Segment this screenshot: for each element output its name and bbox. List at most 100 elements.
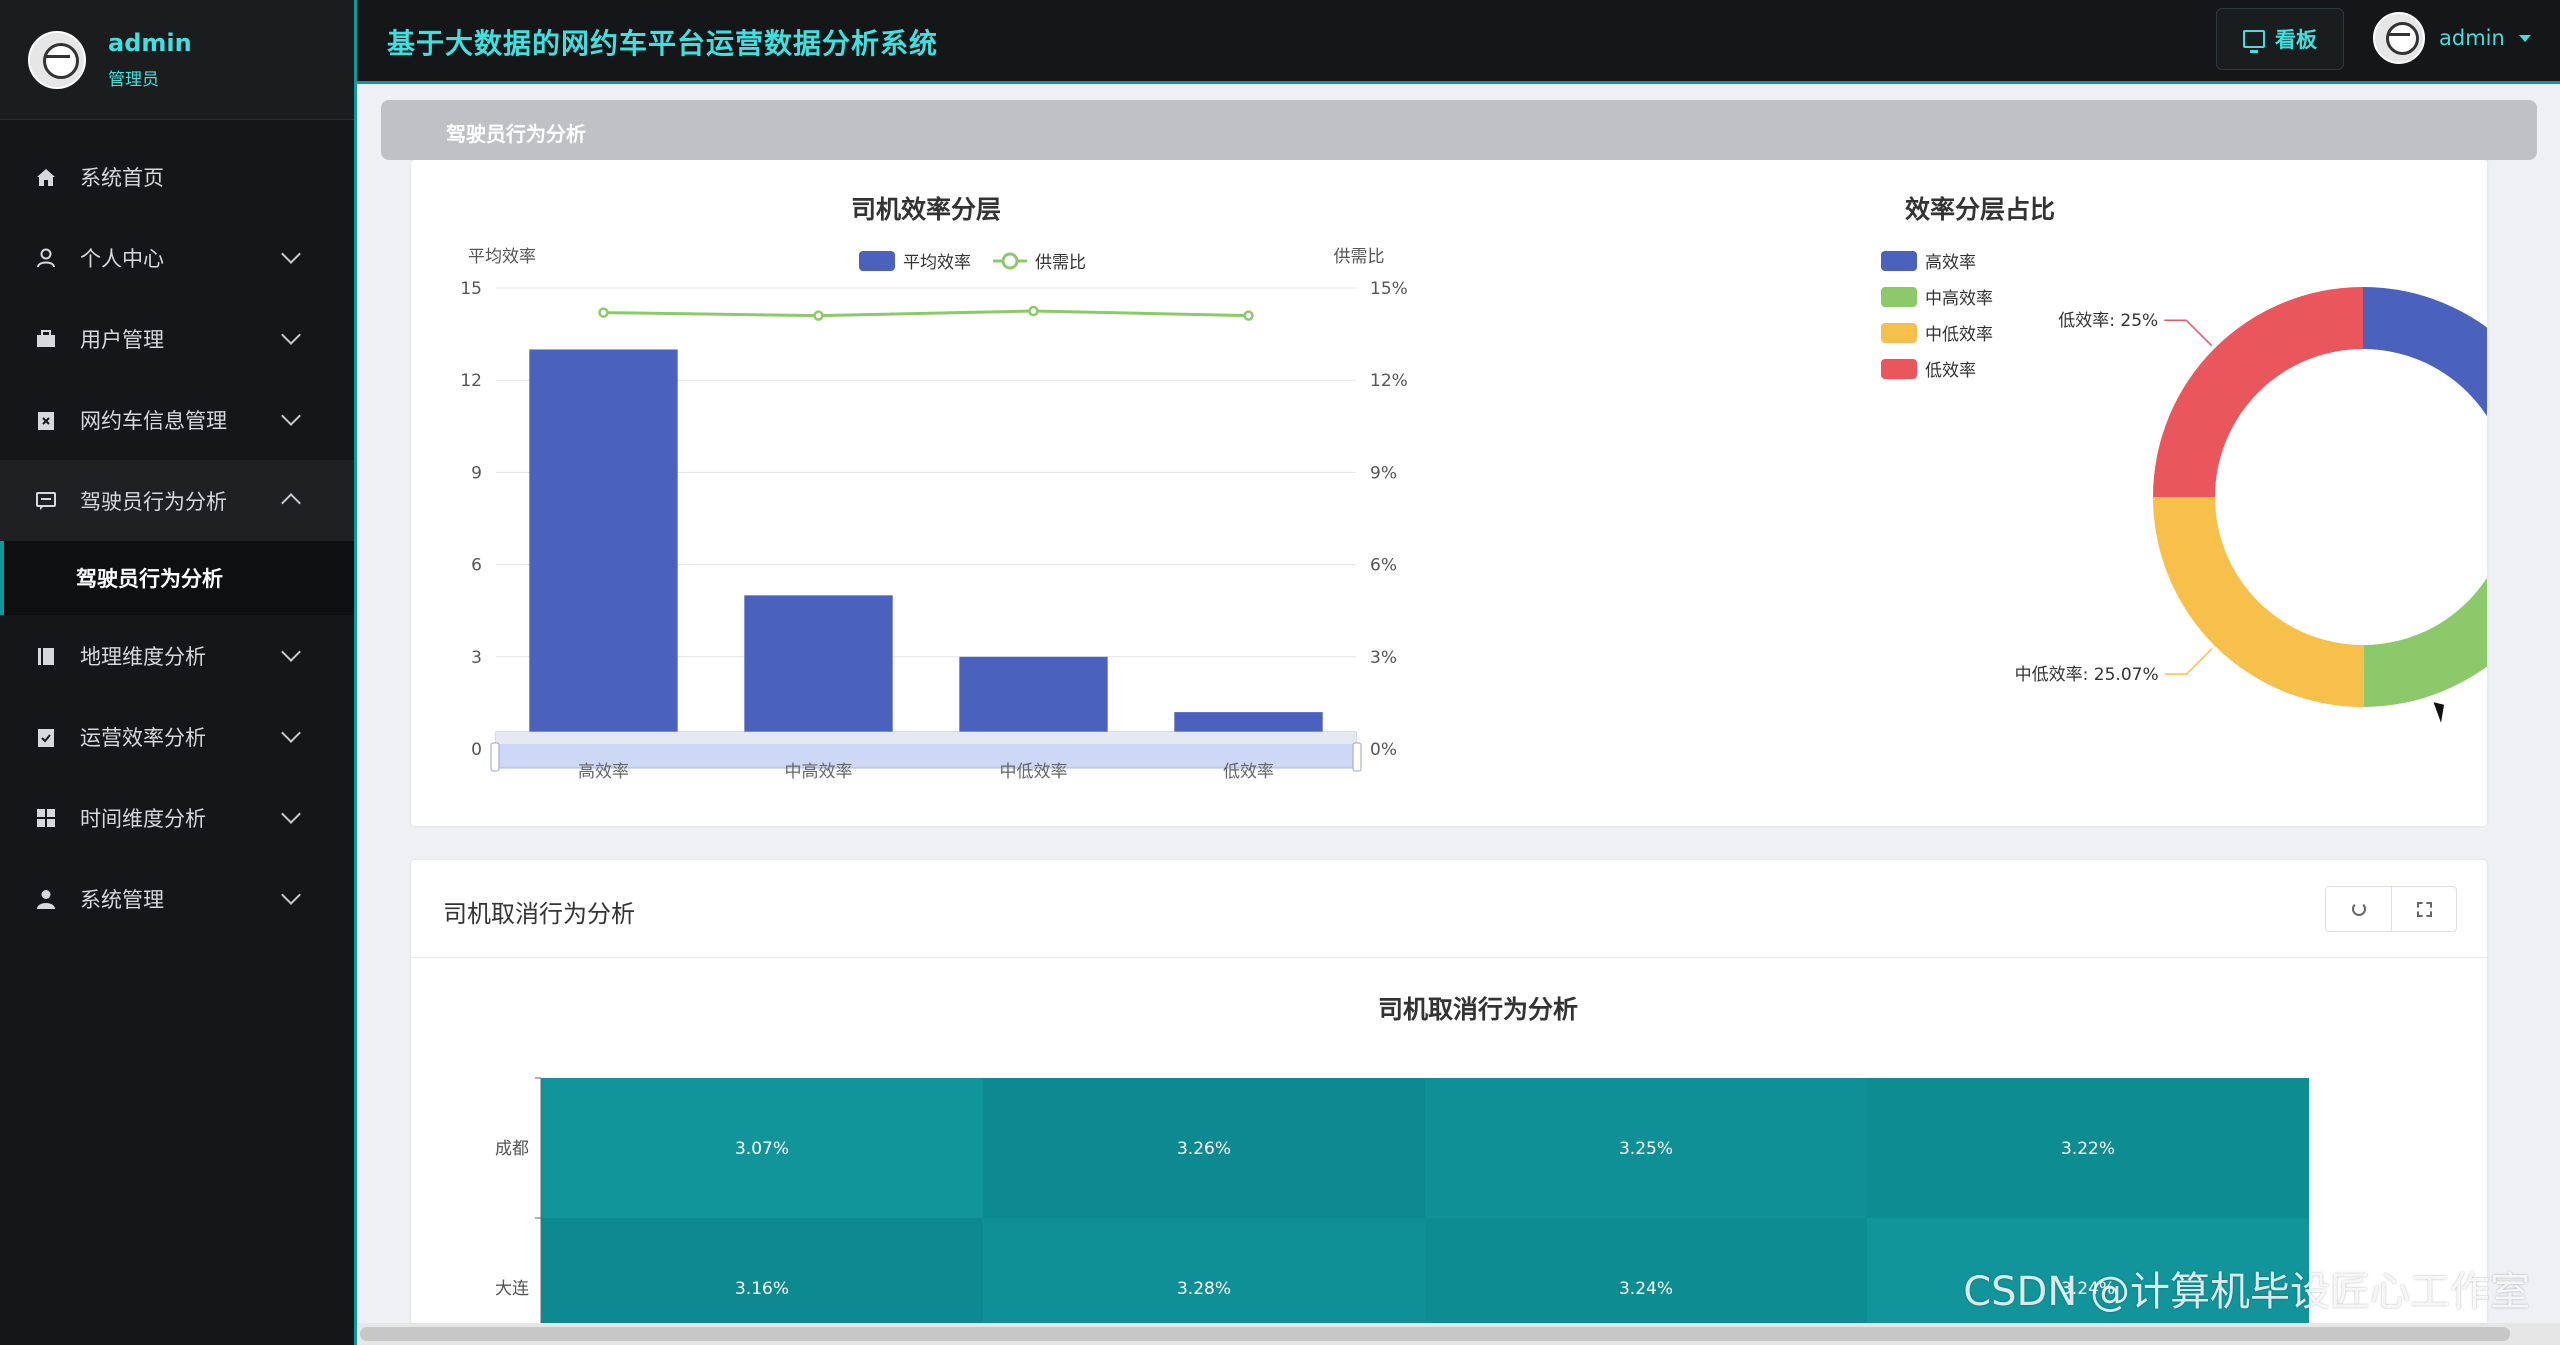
dashboard-button[interactable]: 看板 xyxy=(2216,8,2344,70)
legend-swatch xyxy=(1881,287,1917,307)
sidebar-item-label: 用户管理 xyxy=(80,327,164,352)
heatmap-cell-label: 3.28% xyxy=(1177,1279,1231,1299)
slice-label: 中低效率: 25.07% xyxy=(2015,665,2159,685)
monitor-icon xyxy=(2243,30,2265,53)
sidebar: admin 管理员 系统首页 个人中心 用户管理 网约车信息管理 驾驶员行为分析… xyxy=(0,0,357,1345)
heatmap-cell-label: 3.07% xyxy=(735,1139,789,1159)
bar-中高效率[interactable] xyxy=(744,595,893,749)
sidebar-item-users[interactable]: 用户管理 xyxy=(0,298,354,379)
legend-swatch xyxy=(1881,251,1917,271)
sidebar-item-geo[interactable]: 地理维度分析 xyxy=(0,615,354,696)
legend-swatch xyxy=(1881,359,1917,379)
line-point-高效率[interactable] xyxy=(598,307,609,318)
line-point-中高效率[interactable] xyxy=(813,310,824,321)
avatar xyxy=(2373,12,2425,64)
category-label: 低效率 xyxy=(1223,762,1274,782)
slice-中低效率[interactable] xyxy=(2153,497,2364,707)
sidebar-user-role: 管理员 xyxy=(108,70,159,90)
heatmap-cell[interactable] xyxy=(983,1218,1425,1323)
heatmap-cell-label: 3.26% xyxy=(1177,1139,1231,1159)
slice-中高效率[interactable] xyxy=(2363,497,2487,707)
efficiency-card: 司机效率分层 平均效率 供需比 平均效率 供需比 0 3 6 9 12 15 0% 3% 6% 9… xyxy=(411,160,2487,826)
book-icon xyxy=(34,644,58,668)
heatmap-cell[interactable] xyxy=(541,1218,983,1323)
chat-icon xyxy=(34,489,58,513)
legend-label: 中低效率 xyxy=(1925,325,1993,345)
legend-bar-swatch xyxy=(859,251,895,271)
bar-series xyxy=(529,349,1323,749)
sidebar-item-system[interactable]: 系统管理 xyxy=(0,858,354,939)
clipboard-check-icon xyxy=(34,725,58,749)
legend-label: 低效率 xyxy=(1925,361,1976,381)
sidebar-item-label: 网约车信息管理 xyxy=(80,408,227,433)
pie-legend[interactable]: 高效率中高效率中低效率低效率 xyxy=(1881,251,1993,381)
right-tick-label: 0% xyxy=(1370,740,1397,760)
heatmap-title: 司机取消行为分析 xyxy=(1378,995,1578,1024)
legend-swatch xyxy=(1881,323,1917,343)
breadcrumb: 驾驶员行为分析 xyxy=(381,100,2537,160)
sidebar-item-label: 驾驶员行为分析 xyxy=(80,489,227,514)
datazoom-left-handle[interactable] xyxy=(490,742,500,772)
bar-legend[interactable]: 平均效率 供需比 xyxy=(859,251,1086,273)
sidebar-subitem-driver-behavior[interactable]: 驾驶员行为分析 xyxy=(0,541,354,615)
slice-低效率[interactable] xyxy=(2153,287,2363,497)
heatmap-row-label: 大连 xyxy=(495,1279,529,1299)
line-point-中低效率[interactable] xyxy=(1028,305,1039,317)
sidebar-user: admin 管理员 xyxy=(0,0,354,120)
label-leader-line xyxy=(2164,319,2213,347)
sidebar-item-home[interactable]: 系统首页 xyxy=(0,136,354,217)
chevron-down-icon xyxy=(281,244,301,264)
sidebar-item-label: 个人中心 xyxy=(80,246,164,271)
heatmap-cell[interactable] xyxy=(1425,1218,1867,1323)
main-content: 司机效率分层 平均效率 供需比 平均效率 供需比 0 3 6 9 12 15 0% 3% 6% 9… xyxy=(381,160,2537,1323)
user-dropdown[interactable]: admin xyxy=(2373,12,2531,64)
chevron-down-icon xyxy=(281,406,301,426)
avatar[interactable] xyxy=(28,30,86,89)
left-tick-label: 0 xyxy=(471,740,482,760)
sidebar-item-label: 时间维度分析 xyxy=(80,806,206,831)
datazoom-right-handle[interactable] xyxy=(1352,742,1362,772)
heatmap-cell-label: 3.25% xyxy=(1619,1139,1673,1159)
app-root: admin 管理员 系统首页 个人中心 用户管理 网约车信息管理 驾驶员行为分析… xyxy=(0,0,2560,1345)
efficiency-bar-chart: 司机效率分层 平均效率 供需比 平均效率 供需比 0 3 6 9 12 15 0% 3% 6% 9… xyxy=(460,195,1407,782)
sidebar-item-time[interactable]: 时间维度分析 xyxy=(0,777,354,858)
breadcrumb-item[interactable]: 驾驶员行为分析 xyxy=(446,118,586,147)
user-icon xyxy=(34,246,58,270)
bar-高效率[interactable] xyxy=(529,349,678,749)
left-tick-label: 6 xyxy=(471,556,482,576)
briefcase-icon xyxy=(34,327,58,351)
sidebar-menu: 系统首页 个人中心 用户管理 网约车信息管理 驾驶员行为分析 驾驶员行为分析 地… xyxy=(0,136,354,939)
legend-line-marker xyxy=(1001,252,1019,270)
chevron-down-icon xyxy=(281,885,301,905)
category-label: 中高效率 xyxy=(785,762,853,782)
legend-label: 中高效率 xyxy=(1925,289,1993,309)
efficiency-pie-chart: 效率分层占比 高效率中高效率中低效率低效率 高效率: 25%中高效率: 24.9… xyxy=(1881,195,2487,707)
sidebar-item-profile[interactable]: 个人中心 xyxy=(0,217,354,298)
slice-高效率[interactable] xyxy=(2363,287,2487,497)
legend-bar-label: 平均效率 xyxy=(903,253,971,273)
label-leader-line xyxy=(2164,648,2213,675)
right-tick-label: 6% xyxy=(1370,556,1397,576)
category-label: 中低效率 xyxy=(1000,762,1068,782)
line-series xyxy=(598,305,1254,321)
horizontal-scrollbar[interactable] xyxy=(357,1323,2560,1345)
sidebar-item-label: 运营效率分析 xyxy=(80,725,206,750)
home-icon xyxy=(34,165,58,189)
sidebar-item-driver-behavior[interactable]: 驾驶员行为分析 xyxy=(0,460,354,541)
caret-down-icon xyxy=(2518,34,2531,42)
left-tick-label: 15 xyxy=(460,279,482,299)
user-dropdown-label: admin xyxy=(2439,26,2505,50)
left-tick-label: 3 xyxy=(471,648,482,668)
sidebar-item-efficiency[interactable]: 运营效率分析 xyxy=(0,696,354,777)
line-point-低效率[interactable] xyxy=(1243,310,1254,321)
sidebar-item-car-info[interactable]: 网约车信息管理 xyxy=(0,379,354,460)
heatmap-row-label: 成都 xyxy=(495,1139,529,1159)
right-axis-label: 供需比 xyxy=(1334,247,1385,267)
sidebar-item-label: 地理维度分析 xyxy=(80,644,206,669)
scrollbar-thumb[interactable] xyxy=(360,1327,2510,1341)
heatmap-cell-label: 3.22% xyxy=(2061,1139,2115,1159)
legend-line-label: 供需比 xyxy=(1035,253,1086,273)
category-label: 高效率 xyxy=(578,762,629,782)
sidebar-subitem-label: 驾驶员行为分析 xyxy=(76,567,223,591)
legend-label: 高效率 xyxy=(1925,253,1976,273)
